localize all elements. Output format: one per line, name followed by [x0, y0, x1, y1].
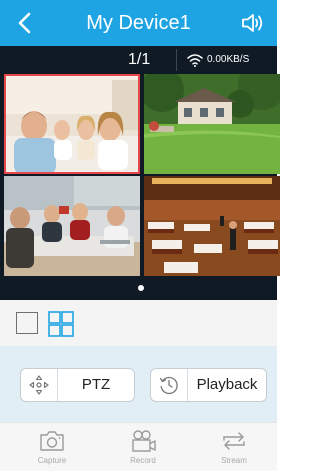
single-view-icon[interactable]: [16, 312, 38, 334]
page-title: My Device1: [86, 12, 191, 34]
quad-view-icon[interactable]: [48, 311, 74, 337]
ptz-button[interactable]: PTZ: [20, 368, 135, 402]
video-channel-2[interactable]: [144, 74, 280, 174]
record-tab[interactable]: Record: [113, 429, 173, 465]
video-channel-4[interactable]: [144, 176, 280, 276]
stream-tab[interactable]: Stream: [204, 429, 264, 465]
video-channel-3[interactable]: [4, 176, 140, 276]
video-camera-icon: [132, 430, 156, 452]
direction-pad-icon: [29, 375, 49, 395]
record-label: Record: [130, 456, 156, 465]
camera-icon: [40, 431, 64, 451]
page-indicator-bar: [0, 276, 277, 300]
wifi-icon: [187, 54, 203, 67]
capture-tab[interactable]: Capture: [22, 429, 82, 465]
video-grid: [0, 74, 280, 276]
bitrate-readout: 0.00KB/S: [207, 54, 250, 65]
status-divider: [176, 49, 177, 71]
control-panel: PTZ Playback: [0, 346, 277, 422]
layout-selector: [0, 300, 277, 346]
stream-label: Stream: [221, 456, 247, 465]
playback-icon-box: [151, 369, 188, 401]
page-indicator: 1/1: [128, 51, 151, 68]
video-channel-1[interactable]: [4, 74, 140, 174]
swap-icon: [223, 432, 245, 450]
status-bar: 1/1 0.00KB/S: [0, 46, 277, 74]
history-icon: [159, 376, 178, 395]
page-dot-active[interactable]: [138, 285, 144, 291]
ptz-icon-box: [21, 369, 58, 401]
playback-label: Playback: [196, 376, 258, 393]
title-bar: My Device1: [0, 0, 277, 46]
bottom-toolbar: Capture Record Stream: [0, 422, 277, 471]
capture-label: Capture: [37, 456, 67, 465]
playback-button[interactable]: Playback: [150, 368, 267, 402]
ptz-label: PTZ: [81, 376, 111, 393]
speaker-icon[interactable]: [241, 12, 265, 34]
